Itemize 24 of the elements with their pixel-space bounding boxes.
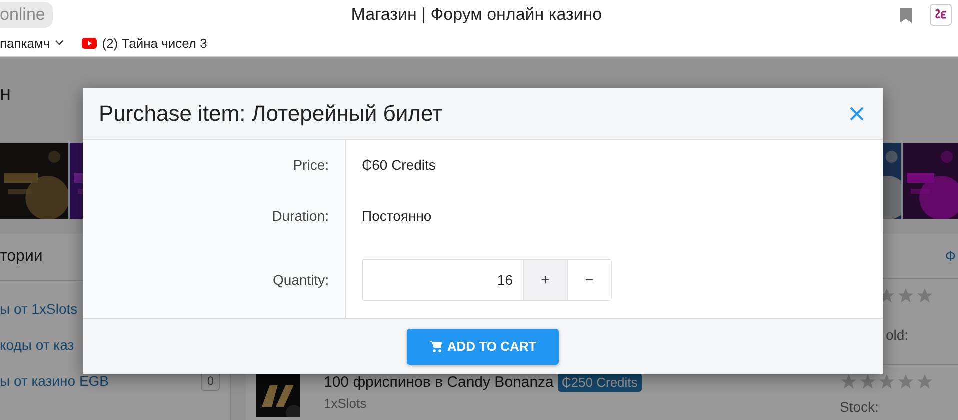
decrement-button[interactable]: −: [567, 260, 611, 300]
meta-label: Stock:: [840, 399, 880, 415]
header-link[interactable]: Ф: [945, 248, 956, 264]
price-badge: ₵250 Credits: [558, 373, 642, 392]
quantity-field[interactable]: 16 + −: [362, 259, 612, 301]
field-value: ₵60 Credits: [362, 157, 436, 173]
increment-button[interactable]: +: [523, 260, 567, 300]
page-title: Магазин | Форум онлайн казино: [351, 5, 602, 25]
field-label: Quantity:: [272, 272, 329, 288]
field-label: Price:: [293, 157, 329, 173]
page-heading: н: [0, 82, 12, 106]
browser-tab[interactable]: online: [0, 2, 54, 28]
category-link[interactable]: ы от 1xSlots: [0, 301, 78, 317]
category-link[interactable]: коды от каз: [0, 337, 74, 353]
field-value: Постоянно: [362, 208, 432, 224]
vendor-text: 1xSlots: [324, 396, 368, 411]
dialog-title: Purchase item: Лотерейный билет: [99, 100, 443, 126]
meta-label: old:: [886, 327, 910, 343]
item-title[interactable]: 100 фриспинов в Candy Bonanza: [324, 374, 554, 391]
bookmark-link[interactable]: папкамч: [0, 36, 50, 50]
add-to-cart-button[interactable]: ADD TO CART: [407, 328, 559, 364]
bookmark-link[interactable]: (2) Тайна чисел 3: [102, 36, 208, 50]
category-link[interactable]: ы от казино EGB: [0, 373, 110, 389]
field-label: Duration:: [272, 208, 329, 224]
